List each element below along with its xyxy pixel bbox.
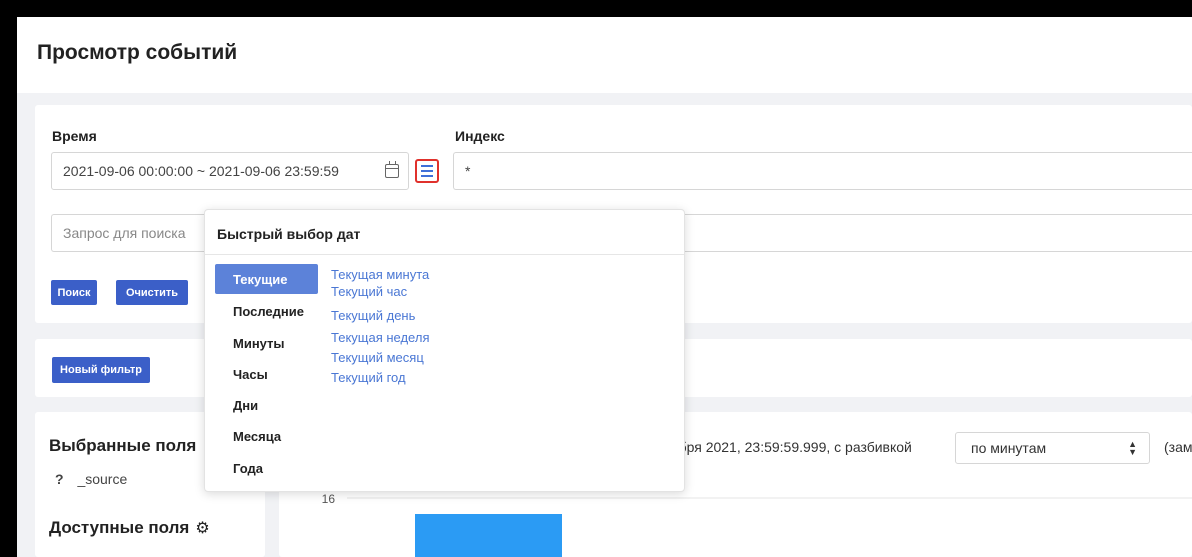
category-days[interactable]: Дни <box>215 390 318 420</box>
search-button[interactable]: Поиск <box>51 280 97 305</box>
event-viewer-page: Просмотр событий Время 2021-09-06 00:00:… <box>17 17 1192 557</box>
option-current-day[interactable]: Текущий день <box>331 308 415 323</box>
option-current-year[interactable]: Текущий год <box>331 370 406 385</box>
category-minutes[interactable]: Минуты <box>215 328 318 358</box>
option-current-week[interactable]: Текущая неделя <box>331 330 429 345</box>
clear-button[interactable]: Очистить <box>116 280 188 305</box>
field-name: _source <box>77 471 128 487</box>
new-filter-button[interactable]: Новый фильтр <box>52 357 150 383</box>
quick-date-menu-button[interactable] <box>415 159 439 183</box>
category-years[interactable]: Года <box>215 453 318 483</box>
histogram-bar[interactable] <box>415 514 562 557</box>
option-current-hour[interactable]: Текущий час <box>331 284 407 299</box>
category-current[interactable]: Текущие <box>215 264 318 294</box>
popup-divider <box>205 254 684 255</box>
page-header: Просмотр событий <box>17 17 1192 93</box>
option-current-month[interactable]: Текущий месяц <box>331 350 424 365</box>
option-current-minute[interactable]: Текущая минута <box>331 267 429 282</box>
available-fields-title: Доступные поля <box>49 518 190 537</box>
quick-date-popup: Быстрый выбор дат Текущие Последние Мину… <box>204 209 685 492</box>
time-range-input[interactable]: 2021-09-06 00:00:00 ~ 2021-09-06 23:59:5… <box>51 152 409 190</box>
index-value: * <box>465 163 471 179</box>
time-label: Время <box>52 128 97 144</box>
menu-icon-bar <box>421 175 433 177</box>
index-label: Индекс <box>455 128 505 144</box>
selected-fields-title: Выбранные поля <box>49 436 197 455</box>
category-hours[interactable]: Часы <box>215 359 318 389</box>
y-tick-label: 16 <box>322 492 336 506</box>
gear-icon[interactable]: ⚙ <box>195 518 209 538</box>
selected-field-item[interactable]: ? _source <box>55 471 127 487</box>
calendar-icon[interactable] <box>385 161 399 178</box>
category-months[interactable]: Месяца <box>215 421 318 451</box>
time-range-value: 2021-09-06 00:00:00 ~ 2021-09-06 23:59:5… <box>63 163 339 179</box>
available-fields-header: Доступные поля ⚙ <box>49 518 210 538</box>
query-placeholder: Запрос для поиска <box>63 225 186 241</box>
menu-icon-bar <box>421 170 433 172</box>
menu-icon-bar <box>421 165 433 167</box>
index-input[interactable]: * <box>453 152 1192 190</box>
page-title: Просмотр событий <box>37 41 238 64</box>
quick-date-title: Быстрый выбор дат <box>217 226 361 242</box>
category-last[interactable]: Последние <box>215 296 318 326</box>
field-type-marker: ? <box>55 471 64 487</box>
